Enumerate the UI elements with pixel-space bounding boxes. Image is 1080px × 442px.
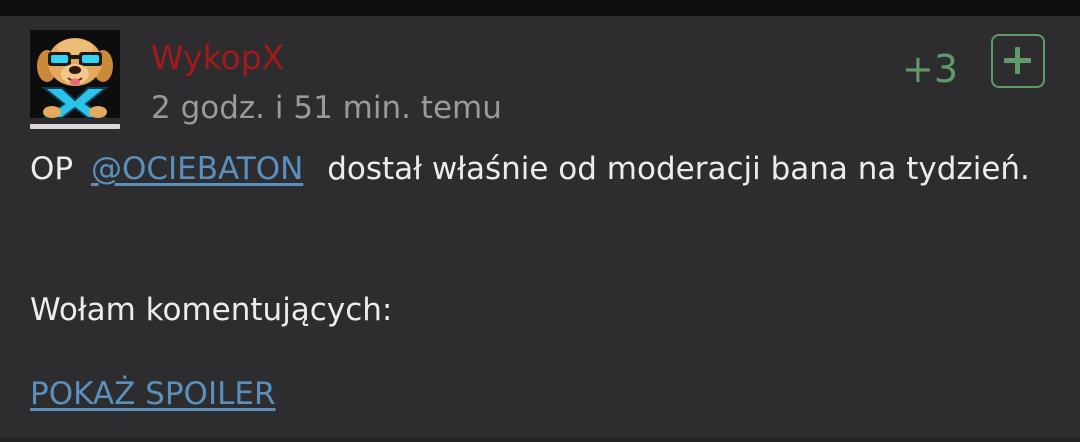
body-suffix: dostał właśnie od moderacji bana na tydz… bbox=[327, 151, 1030, 187]
user-mention-link[interactable]: @OCIEBATON bbox=[91, 151, 303, 187]
body-prefix: OP bbox=[30, 151, 74, 187]
show-spoiler-link[interactable]: POKAŻ SPOILER bbox=[30, 374, 276, 414]
author-username[interactable]: WykopX bbox=[151, 38, 284, 78]
dog-avatar-icon bbox=[30, 30, 120, 118]
upvote-button[interactable] bbox=[991, 34, 1045, 88]
call-commenters-text: Wołam komentujących: bbox=[30, 292, 393, 328]
comment-body: OP @OCIEBATON dostał właśnie od moderacj… bbox=[30, 149, 1030, 189]
vote-count: +3 bbox=[902, 47, 959, 91]
comment-timestamp: 2 godz. i 51 min. temu bbox=[151, 90, 502, 126]
comment-bottom-divider bbox=[0, 438, 1080, 442]
plus-icon bbox=[1004, 47, 1031, 74]
top-status-bar bbox=[0, 0, 1080, 16]
avatar-underline bbox=[30, 124, 120, 129]
user-avatar[interactable] bbox=[30, 30, 120, 118]
